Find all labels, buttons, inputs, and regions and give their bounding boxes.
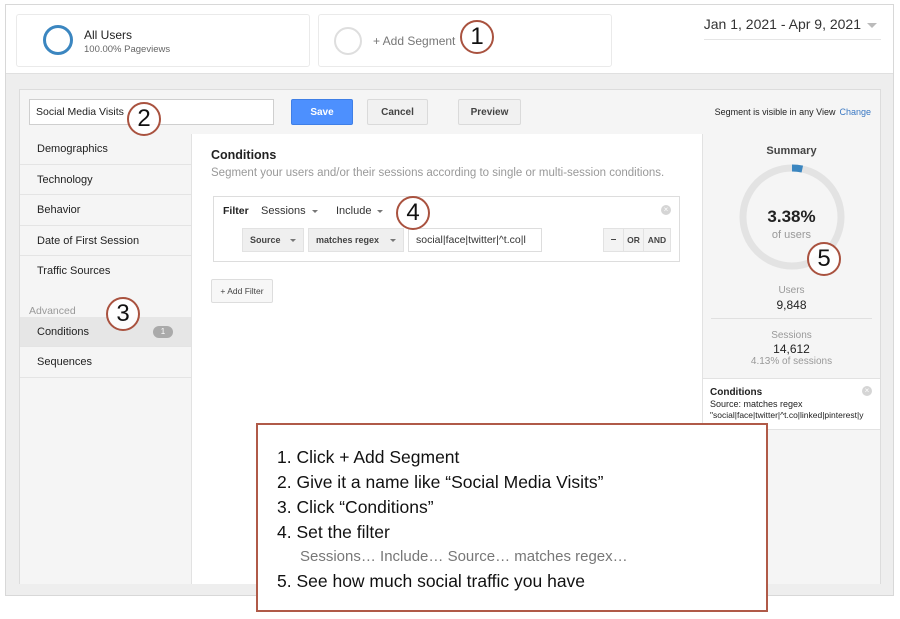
segment-bar: All Users 100.00% Pageviews + Add Segmen…	[6, 5, 893, 73]
caret-down-icon	[390, 239, 396, 242]
instruction-step-3: 3. Click “Conditions”	[277, 497, 434, 517]
date-range-text: Jan 1, 2021 - Apr 9, 2021	[703, 16, 861, 32]
add-filter-button[interactable]: + Add Filter	[211, 279, 273, 303]
filter-label: Filter	[223, 205, 249, 217]
date-range-picker[interactable]: Jan 1, 2021 - Apr 9, 2021	[703, 16, 881, 40]
caret-down-icon	[290, 239, 296, 242]
remove-condition-button[interactable]: –	[604, 229, 624, 251]
sessions-value: 14,612	[773, 342, 810, 356]
visibility-note: Segment is visible in any View Change	[715, 107, 871, 117]
regex-value-input[interactable]	[408, 228, 542, 252]
filter-mode-dropdown[interactable]: Include	[336, 205, 384, 217]
nav-item-demographics[interactable]: Demographics	[20, 134, 191, 165]
segment-subtitle: 100.00% Pageviews	[84, 44, 171, 55]
users-percent-value: 3.38%	[767, 207, 816, 226]
caret-down-icon	[311, 209, 318, 213]
summary-title: Summary	[766, 145, 817, 157]
change-visibility-link[interactable]: Change	[839, 107, 871, 117]
conditions-count-badge: 1	[153, 325, 173, 338]
filter-scope-dropdown[interactable]: Sessions	[261, 205, 318, 217]
callout-1: 1	[460, 20, 494, 54]
remove-filter-icon[interactable]: ×	[661, 205, 671, 215]
segment-name: All Users	[84, 28, 133, 42]
filter-scope-value: Sessions	[261, 205, 306, 217]
condition-logic-buttons: – OR AND	[603, 228, 671, 252]
operator-value: matches regex	[316, 235, 380, 245]
conditions-description: Segment your users and/or their sessions…	[211, 167, 665, 179]
nav-item-date-of-first-session[interactable]: Date of First Session	[20, 226, 191, 256]
empty-segment-ring-icon	[334, 27, 362, 55]
users-value: 9,848	[776, 298, 807, 312]
callout-5: 5	[807, 242, 841, 276]
caret-down-icon	[377, 209, 384, 213]
conditions-title: Conditions	[211, 148, 277, 162]
callout-2: 2	[127, 102, 161, 136]
sessions-percent: 4.13% of sessions	[750, 356, 833, 367]
callout-4: 4	[396, 196, 430, 230]
summary-divider	[711, 318, 872, 319]
segment-card-all-users[interactable]: All Users 100.00% Pageviews	[16, 14, 310, 67]
add-segment-label: + Add Segment	[373, 34, 456, 48]
summary-condition-regex: "social|face|twitter|^t.co|linked|pinter…	[710, 410, 864, 420]
instructions-box: 1. Click + Add Segment 2. Give it a name…	[256, 423, 768, 612]
nav-item-technology[interactable]: Technology	[20, 165, 191, 195]
instruction-step-5: 5. See how much social traffic you have	[277, 571, 586, 591]
nav-item-traffic-sources[interactable]: Traffic Sources	[20, 256, 191, 287]
instruction-step-4: 4. Set the filter	[277, 522, 390, 542]
filter-mode-value: Include	[336, 205, 372, 217]
users-label: Users	[778, 285, 805, 296]
instruction-step-1: 1. Click + Add Segment	[277, 447, 460, 467]
nav-item-sequences[interactable]: Sequences	[20, 347, 191, 378]
segment-category-nav: Demographics Technology Behavior Date of…	[20, 134, 200, 584]
callout-3: 3	[106, 297, 140, 331]
summary-condition-text: Source: matches regex	[710, 399, 803, 409]
preview-button[interactable]: Preview	[458, 99, 521, 125]
remove-condition-icon[interactable]: ×	[862, 386, 872, 396]
nav-item-behavior[interactable]: Behavior	[20, 195, 191, 226]
operator-dropdown[interactable]: matches regex	[308, 228, 404, 252]
sessions-label: Sessions	[771, 330, 812, 341]
nav-item-label: Conditions	[37, 325, 89, 338]
and-button[interactable]: AND	[644, 229, 670, 251]
segment-ring-icon	[43, 25, 73, 55]
nav-item-conditions[interactable]: Conditions 1	[20, 316, 200, 347]
filter-block: Filter Sessions Include × Source matches…	[213, 196, 680, 262]
save-button[interactable]: Save	[291, 99, 353, 125]
dimension-dropdown[interactable]: Source	[242, 228, 304, 252]
visibility-text: Segment is visible in any View	[714, 107, 836, 117]
users-percent-label: of users	[771, 229, 812, 241]
summary-conditions-title: Conditions	[710, 387, 763, 398]
instruction-step-2: 2. Give it a name like “Social Media Vis…	[277, 472, 604, 492]
or-button[interactable]: OR	[624, 229, 644, 251]
dimension-value: Source	[250, 235, 281, 245]
instruction-step-4-detail: Sessions… Include… Source… matches regex…	[300, 548, 628, 565]
chevron-down-icon	[867, 22, 877, 28]
cancel-button[interactable]: Cancel	[367, 99, 428, 125]
